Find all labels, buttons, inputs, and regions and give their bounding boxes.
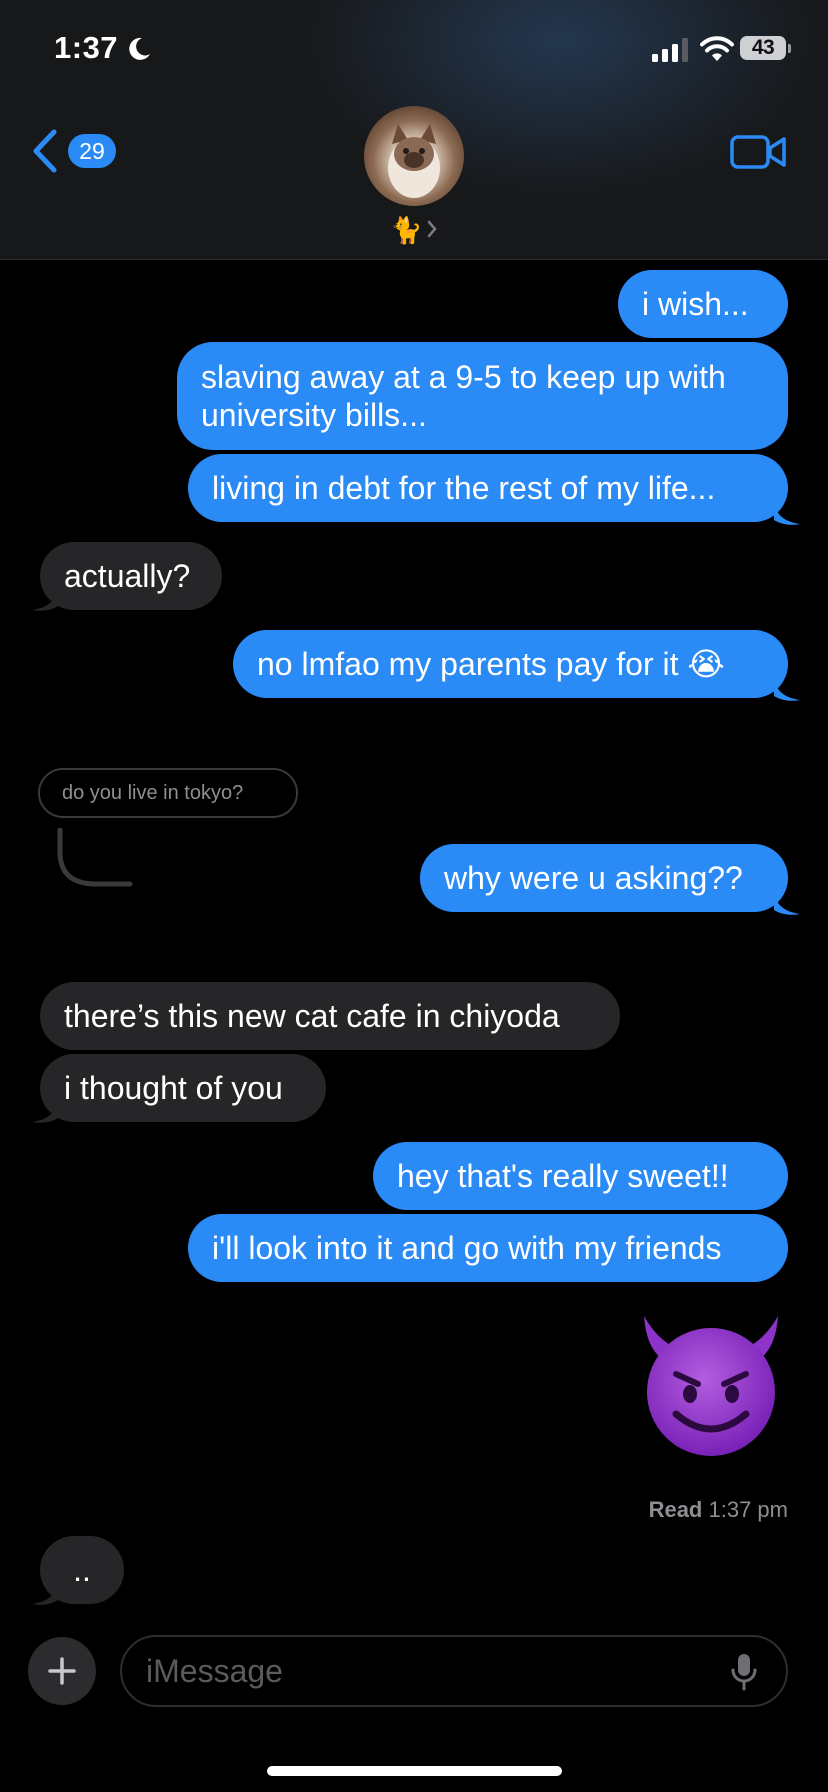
reply-context-bubble[interactable]: do you live in tokyo? (38, 768, 298, 818)
message-input[interactable]: iMessage (120, 1635, 788, 1707)
outgoing-message[interactable]: i wish... (618, 270, 788, 338)
outgoing-message[interactable]: slaving away at a 9-5 to keep up with un… (177, 342, 788, 450)
outgoing-message[interactable]: no lmfao my parents pay for it 😭 (233, 630, 788, 698)
incoming-bubble-tail (32, 1100, 58, 1123)
back-chevron-icon[interactable] (30, 128, 60, 174)
incoming-bubble-tail (32, 1582, 58, 1605)
read-receipt: Read 1:37 pm (649, 1497, 788, 1523)
battery-nub (788, 44, 791, 53)
incoming-message[interactable]: there’s this new cat cafe in chiyoda (40, 982, 620, 1050)
home-indicator[interactable] (267, 1766, 562, 1776)
conversation-header: 1:37 43 29 🐈 (0, 0, 828, 260)
plus-icon (48, 1657, 76, 1685)
battery-level: 43 (740, 36, 786, 60)
video-call-icon[interactable] (730, 134, 786, 170)
unread-count-badge[interactable]: 29 (68, 134, 116, 168)
incoming-bubble-tail (32, 588, 58, 611)
outgoing-message[interactable]: living in debt for the rest of my life..… (188, 454, 788, 522)
outgoing-bubble-tail (774, 502, 800, 525)
status-time: 1:37 (54, 30, 119, 65)
contact-name[interactable]: 🐈 (390, 215, 422, 246)
message-input-placeholder: iMessage (146, 1652, 283, 1689)
outgoing-bubble-tail (774, 892, 800, 915)
incoming-message[interactable]: actually? (40, 542, 222, 610)
moon-icon (129, 37, 150, 60)
microphone-icon[interactable] (730, 1652, 758, 1692)
incoming-message[interactable]: i thought of you (40, 1054, 326, 1122)
chevron-right-icon[interactable] (426, 219, 438, 239)
smiling-face-with-horns-emoji[interactable] (636, 1312, 786, 1460)
signal-icon (652, 38, 688, 62)
read-time: 1:37 pm (708, 1497, 789, 1522)
contact-avatar[interactable] (364, 106, 464, 206)
cat-photo (388, 124, 440, 198)
add-attachment-button[interactable] (28, 1637, 96, 1705)
outgoing-message[interactable]: hey that's really sweet!! (373, 1142, 788, 1210)
outgoing-bubble-tail (774, 678, 800, 701)
outgoing-message[interactable]: i'll look into it and go with my friends (188, 1214, 788, 1282)
outgoing-message[interactable]: why were u asking?? (420, 844, 788, 912)
reply-thread-line (57, 828, 133, 887)
read-label: Read (648, 1497, 703, 1522)
battery-icon: 43 (740, 36, 792, 62)
wifi-icon (700, 36, 734, 61)
